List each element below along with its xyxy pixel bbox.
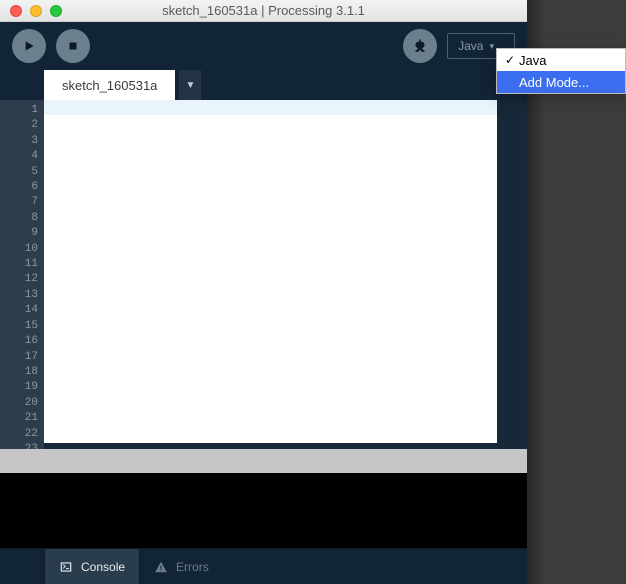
console-output[interactable] xyxy=(0,473,527,548)
mode-dropdown[interactable]: ✓Java Add Mode... xyxy=(496,48,626,94)
console-tab-label: Console xyxy=(81,560,125,574)
pane-splitter[interactable] xyxy=(0,449,527,473)
mode-dropdown-item[interactable]: Add Mode... xyxy=(497,71,625,93)
errors-tab[interactable]: Errors xyxy=(140,549,223,584)
toolbar: Java ▾ xyxy=(0,22,527,70)
mode-selector-label: Java xyxy=(458,39,483,53)
minimize-window-button[interactable] xyxy=(30,5,42,17)
stop-button[interactable] xyxy=(56,29,90,63)
stop-icon xyxy=(66,39,80,53)
butterfly-icon xyxy=(411,37,429,55)
status-bar: Console Errors xyxy=(0,548,527,584)
mode-dropdown-item-label: Java xyxy=(519,53,546,68)
sketch-tab[interactable]: sketch_160531a xyxy=(44,70,175,100)
play-icon xyxy=(21,38,37,54)
mode-dropdown-item-label: Add Mode... xyxy=(519,75,589,90)
errors-tab-label: Errors xyxy=(176,560,209,574)
run-button[interactable] xyxy=(12,29,46,63)
tab-menu-button[interactable]: ▼ xyxy=(179,70,201,100)
tab-strip: sketch_160531a ▼ xyxy=(0,70,527,100)
check-icon: ✓ xyxy=(503,53,517,67)
console-icon xyxy=(59,560,73,574)
current-line-highlight xyxy=(44,100,497,115)
warning-icon xyxy=(154,560,168,574)
mode-dropdown-item[interactable]: ✓Java xyxy=(497,49,625,71)
window-title: sketch_160531a | Processing 3.1.1 xyxy=(0,3,527,18)
titlebar: sketch_160531a | Processing 3.1.1 xyxy=(0,0,527,22)
zoom-window-button[interactable] xyxy=(50,5,62,17)
console-tab[interactable]: Console xyxy=(44,549,140,584)
sketch-tab-label: sketch_160531a xyxy=(62,78,157,93)
chevron-down-icon: ▾ xyxy=(489,41,494,52)
editor: 1 2 3 4 5 6 7 8 9 10 11 12 13 14 15 16 1… xyxy=(0,100,527,449)
line-gutter: 1 2 3 4 5 6 7 8 9 10 11 12 13 14 15 16 1… xyxy=(0,100,44,449)
debug-button[interactable] xyxy=(403,29,437,63)
chevron-down-icon: ▼ xyxy=(185,80,195,91)
window-controls xyxy=(0,5,62,17)
code-area[interactable] xyxy=(44,100,497,443)
close-window-button[interactable] xyxy=(10,5,22,17)
